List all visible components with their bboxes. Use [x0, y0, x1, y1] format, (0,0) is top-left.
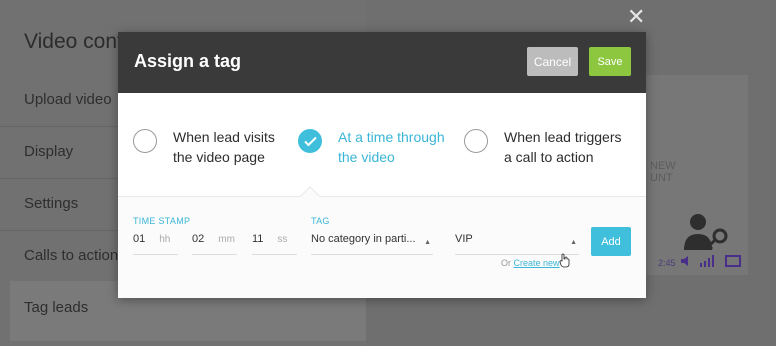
modal-header: Assign a tag Cancel Save [118, 32, 646, 93]
player-time: 2:45 [658, 258, 676, 268]
dropdown-arrow-icon: ▲ [424, 239, 431, 246]
radio-unchecked-icon[interactable] [464, 129, 488, 153]
nav-display[interactable]: Display [24, 143, 73, 160]
tag-label: TAG [311, 216, 330, 226]
hours-input[interactable]: 01 hh [133, 233, 178, 255]
option-label-line2: a call to action [504, 149, 594, 165]
page-title: Video confi [24, 30, 128, 53]
nav-calls-to-action[interactable]: Calls to action [24, 247, 118, 264]
checkmark-icon [304, 136, 317, 147]
nav-upload-video[interactable]: Upload video [24, 91, 112, 108]
create-new-row: Or Create new [501, 258, 560, 268]
cancel-button[interactable]: Cancel [527, 47, 578, 76]
nav-tag-leads[interactable]: Tag leads [24, 299, 88, 316]
player-controls-icon [681, 255, 741, 267]
minutes-value: 02 [192, 233, 205, 245]
option-label-line1: When lead triggers [504, 129, 622, 145]
preview-text: NEW UNT [650, 160, 676, 184]
user-key-icon [684, 214, 728, 251]
hours-value: 01 [133, 233, 146, 245]
option-label-line2: the video page [173, 149, 265, 165]
option-label-line1: When lead visits [173, 129, 275, 145]
radio-unchecked-icon[interactable] [133, 129, 157, 153]
modal-title: Assign a tag [134, 51, 242, 71]
hand-cursor-icon [559, 253, 570, 268]
preview-text-line2: UNT [650, 172, 673, 184]
close-icon[interactable]: ✕ [627, 4, 645, 30]
option-label: When lead visits the video page [173, 127, 275, 167]
seconds-unit: ss [277, 234, 288, 245]
nav-settings[interactable]: Settings [24, 195, 78, 212]
seconds-input[interactable]: 11 ss [252, 233, 297, 255]
radio-checked-icon[interactable] [298, 129, 322, 153]
option-label: When lead triggers a call to action [504, 127, 622, 167]
category-value: No category in parti... [311, 233, 416, 245]
save-button[interactable]: Save [589, 47, 631, 76]
assign-tag-modal: Assign a tag Cancel Save When lead visit… [118, 32, 646, 298]
category-select[interactable]: No category in parti... ▲ [311, 233, 433, 255]
create-prefix: Or [501, 258, 511, 268]
trigger-options: When lead visits the video page At a tim… [118, 93, 646, 196]
create-new-link[interactable]: Create new [514, 258, 560, 268]
minutes-input[interactable]: 02 mm [192, 233, 237, 255]
option-label: At a time through the video [338, 127, 445, 167]
tag-form: TIME STAMP 01 hh 02 mm 11 ss TAG No categor… [118, 186, 646, 298]
option-label-line1: At a time through [338, 129, 445, 145]
dropdown-arrow-icon: ▲ [570, 239, 577, 246]
preview-text-line1: NEW [650, 160, 676, 172]
hours-unit: hh [159, 234, 171, 245]
tag-select[interactable]: VIP ▲ [455, 233, 579, 255]
minutes-unit: mm [218, 234, 235, 245]
timestamp-label: TIME STAMP [133, 216, 191, 226]
option-label-line2: the video [338, 149, 395, 165]
add-button[interactable]: Add [591, 227, 631, 256]
tag-value: VIP [455, 233, 473, 245]
seconds-value: 11 [252, 233, 264, 245]
